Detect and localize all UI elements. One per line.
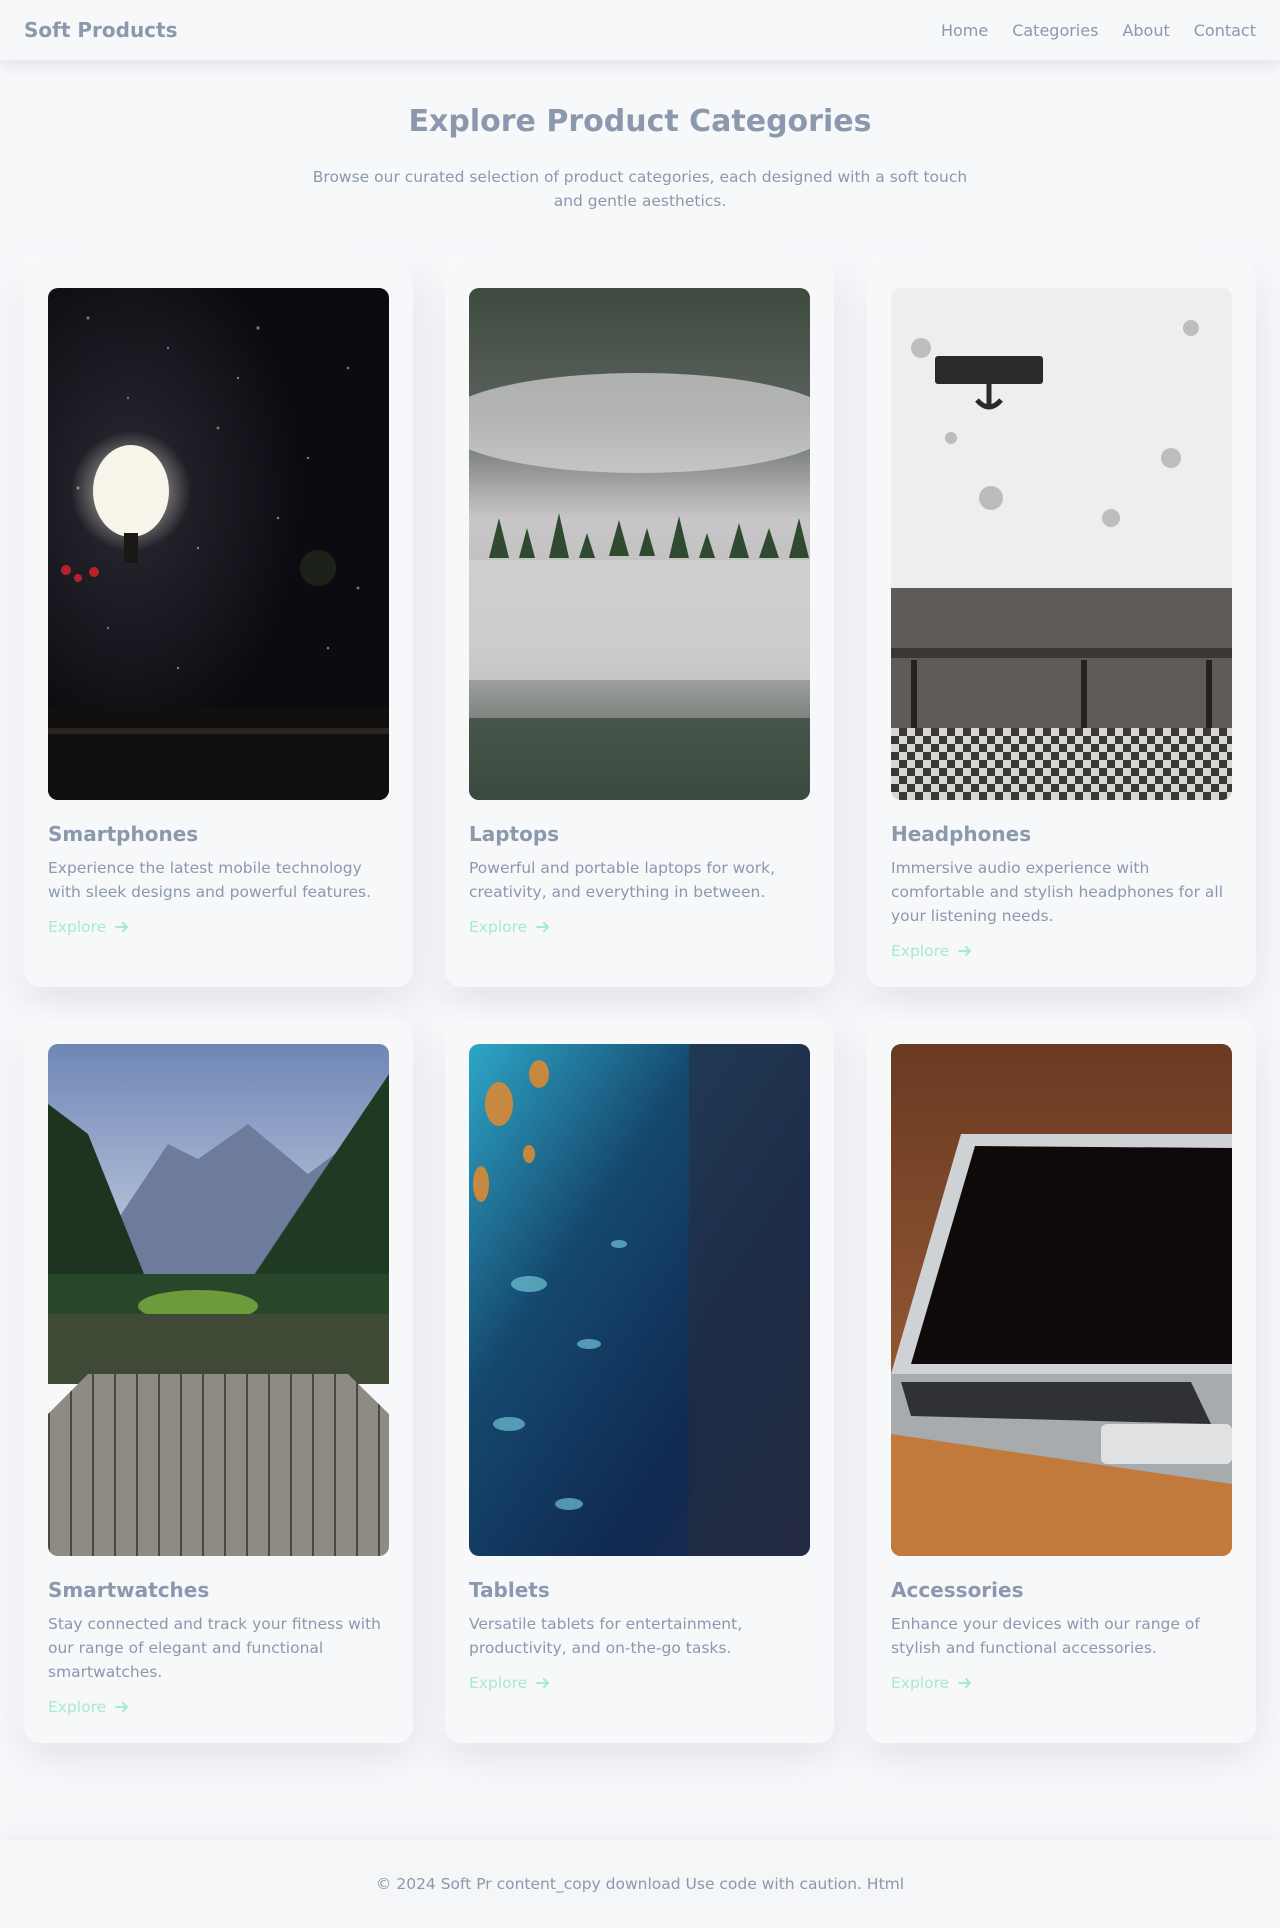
category-card-smartphones: Smartphones Experience the latest mobile… [24,264,413,987]
category-card-tablets: Tablets Versatile tablets for entertainm… [445,1020,834,1743]
arrow-right-icon [536,922,550,932]
page-subtitle: Browse our curated selection of product … [312,168,968,210]
arrow-right-icon [958,1678,972,1688]
smartwatches-image [48,1044,389,1556]
card-description: Enhance your devices with our range of s… [891,1615,1200,1657]
explore-label: Explore [891,942,950,960]
card-title: Headphones [891,822,1032,846]
explore-label: Explore [469,1674,528,1692]
top-navbar: Soft Products Home Categories About Cont… [0,0,1280,60]
card-description: Stay connected and track your fitness wi… [48,1615,382,1681]
arrow-right-icon [115,922,129,932]
nav-links: Home Categories About Contact [941,21,1256,40]
card-description: Powerful and portable laptops for work, … [469,859,776,901]
accessories-image [891,1044,1232,1556]
card-title: Smartphones [48,822,199,846]
category-card-headphones: Headphones Immersive audio experience wi… [867,264,1256,987]
card-description: Immersive audio experience with comforta… [891,859,1224,925]
explore-label: Explore [48,918,107,936]
arrow-right-icon [536,1678,550,1688]
explore-label: Explore [469,918,528,936]
explore-label: Explore [48,1698,107,1716]
nav-link-categories[interactable]: Categories [1012,21,1098,40]
smartphones-image [48,288,389,800]
nav-link-contact[interactable]: Contact [1194,21,1256,40]
laptops-image [469,288,810,800]
explore-label: Explore [891,1674,950,1692]
page-footer: © 2024 Soft Pr content_copy download Use… [0,1840,1280,1928]
nav-link-home[interactable]: Home [941,21,988,40]
card-title: Laptops [469,822,560,846]
brand-logo-text[interactable]: Soft Products [24,18,178,42]
category-card-accessories: Accessories Enhance your devices with ou… [867,1020,1256,1743]
category-card-smartwatches: Smartwatches Stay connected and track yo… [24,1020,413,1743]
explore-link[interactable]: Explore [891,942,973,960]
card-description: Versatile tablets for entertainment, pro… [469,1615,743,1657]
hero-section: Explore Product Categories Browse our cu… [0,104,1280,213]
explore-link[interactable]: Explore [48,1698,130,1716]
explore-link[interactable]: Explore [469,1674,551,1692]
category-card-laptops: Laptops Powerful and portable laptops fo… [445,264,834,987]
explore-link[interactable]: Explore [469,918,551,936]
explore-link[interactable]: Explore [48,918,130,936]
arrow-right-icon [958,946,972,956]
page-title: Explore Product Categories [408,104,872,139]
card-title: Tablets [469,1578,550,1602]
explore-link[interactable]: Explore [891,1674,973,1692]
card-title: Accessories [891,1578,1024,1602]
headphones-image [891,288,1232,800]
card-description: Experience the latest mobile technology … [48,859,372,901]
nav-link-about[interactable]: About [1122,21,1169,40]
arrow-right-icon [115,1702,129,1712]
card-title: Smartwatches [48,1578,210,1602]
footer-copyright: © 2024 Soft Pr content_copy download Use… [375,1875,905,1893]
tablets-image [469,1044,810,1556]
